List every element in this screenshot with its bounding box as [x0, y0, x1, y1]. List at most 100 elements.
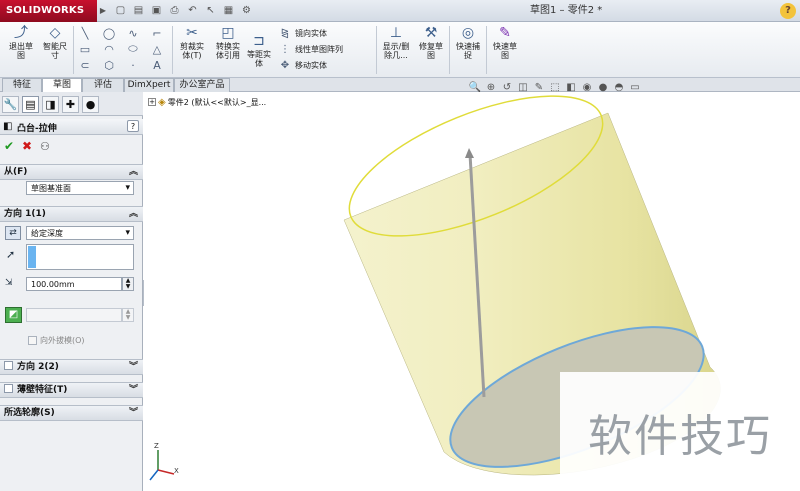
- zoom-to-fit-icon[interactable]: 🔍: [468, 80, 482, 94]
- display-delete-relations-button[interactable]: ⊥ 显示/删 除几...: [378, 24, 414, 61]
- offset-entities-button[interactable]: ⊐ 等距实 体: [244, 32, 274, 69]
- print-icon[interactable]: ⎙: [166, 2, 183, 19]
- feature-manager-tab-icon[interactable]: 🔧: [2, 96, 19, 113]
- cancel-button[interactable]: ✖: [22, 139, 32, 153]
- direction-2-checkbox[interactable]: [4, 361, 13, 370]
- view-settings-icon[interactable]: ▭: [628, 80, 642, 94]
- rebuild-icon[interactable]: ▦: [220, 2, 237, 19]
- polygon-icon[interactable]: ⬡: [102, 58, 116, 72]
- zoom-area-icon[interactable]: ⊕: [484, 80, 498, 94]
- command-tabs: 特征 草图 评估 DimXpert 办公室产品: [0, 78, 800, 93]
- smart-dimension-button[interactable]: ◇ 智能尺 寸: [38, 24, 72, 61]
- from-select[interactable]: 草图基准面: [26, 181, 134, 195]
- section-selected-contours[interactable]: 所选轮廓(S) ︾: [0, 405, 143, 421]
- depth-spinner[interactable]: ▲ ▼: [122, 277, 134, 291]
- direction-selection-box[interactable]: [26, 244, 134, 270]
- tab-sketch[interactable]: 草图: [42, 78, 82, 93]
- section-thin-feature[interactable]: 薄壁特征(T) ︾: [0, 382, 143, 398]
- convert-entities-button[interactable]: ◰ 转换实 体引用: [210, 24, 246, 61]
- part-icon: ◈: [158, 96, 166, 108]
- draft-angle-input[interactable]: [26, 308, 122, 322]
- feature-tree-root[interactable]: + ◈ 零件2 (默认<<默认>_显...: [148, 96, 266, 108]
- expand-tree-icon[interactable]: +: [148, 98, 156, 106]
- view-orientation-icon[interactable]: ⬚: [548, 80, 562, 94]
- section-view-icon[interactable]: ◫: [516, 80, 530, 94]
- mirror-entities-button[interactable]: ⧎ 镜向实体: [278, 26, 327, 40]
- dimxpert-manager-tab-icon[interactable]: ✚: [62, 96, 79, 113]
- section-from[interactable]: 从(F) ︽: [0, 164, 143, 180]
- draft-angle-spinner[interactable]: ▲ ▼: [122, 308, 134, 322]
- mirror-label: 镜向实体: [295, 28, 327, 38]
- move-entities-button[interactable]: ✥ 移动实体: [278, 58, 327, 72]
- configuration-manager-tab-icon[interactable]: ◨: [42, 96, 59, 113]
- section-direction-2[interactable]: 方向 2(2) ︾: [0, 359, 143, 375]
- property-manager-tab-icon[interactable]: ▤: [22, 96, 39, 113]
- display-manager-tab-icon[interactable]: ●: [82, 96, 99, 113]
- select-icon[interactable]: ↖: [202, 2, 219, 19]
- tab-dimxpert[interactable]: DimXpert: [124, 78, 174, 92]
- repair-sketch-button[interactable]: ⚒ 修复草 图: [414, 24, 448, 61]
- fillet-icon[interactable]: ⌐: [150, 26, 164, 40]
- trim-entities-button[interactable]: ✂ 剪裁实 体(T): [174, 24, 210, 61]
- ok-button[interactable]: ✔: [4, 139, 14, 153]
- tab-office-products[interactable]: 办公室产品: [174, 78, 230, 92]
- section-from-label: 从(F): [4, 167, 28, 177]
- end-condition-select[interactable]: 给定深度: [26, 226, 134, 240]
- smart-dimension-label: 智能尺 寸: [43, 42, 67, 60]
- quick-snaps-button[interactable]: ◎ 快速捕 捉: [451, 24, 485, 61]
- linear-pattern-button[interactable]: ⋮ 线性草图阵列: [278, 42, 343, 56]
- reverse-direction-icon[interactable]: ⇄: [5, 226, 21, 240]
- menu-arrow-icon[interactable]: ▶: [98, 0, 108, 22]
- draft-outward-checkbox[interactable]: [28, 336, 37, 345]
- point-icon[interactable]: ·: [126, 58, 140, 72]
- plane-icon[interactable]: △: [150, 42, 164, 56]
- rectangle-icon[interactable]: ▭: [78, 42, 92, 56]
- depth-icon: ⇲: [5, 278, 13, 288]
- solidworks-logo[interactable]: SOLIDWORKS: [0, 0, 97, 22]
- divider: [486, 26, 487, 74]
- exit-sketch-button[interactable]: ⤴ 退出草 图: [4, 24, 38, 61]
- quick-snap-label: 快速捕 捉: [456, 42, 480, 60]
- offset-label: 等距实 体: [247, 50, 271, 68]
- section-direction-2-label: 方向 2(2): [17, 362, 59, 372]
- tab-features[interactable]: 特征: [2, 78, 42, 92]
- spline-icon[interactable]: ∿: [126, 26, 140, 40]
- quick-snap-icon: ◎: [461, 24, 475, 41]
- undo-icon[interactable]: ↶: [184, 2, 201, 19]
- save-icon[interactable]: ▣: [148, 2, 165, 19]
- text-icon[interactable]: A: [150, 58, 164, 72]
- options-icon[interactable]: ⚙: [238, 2, 255, 19]
- relations-icon: ⊥: [389, 24, 403, 41]
- exit-sketch-icon: ⤴: [14, 24, 28, 41]
- tab-evaluate[interactable]: 评估: [82, 78, 124, 92]
- draft-toggle-icon[interactable]: ◩: [5, 307, 22, 323]
- new-icon[interactable]: ▢: [112, 2, 129, 19]
- ellipse-icon[interactable]: ⬭: [126, 42, 140, 56]
- section-selected-contours-label: 所选轮廓(S): [4, 408, 55, 418]
- arc-icon[interactable]: ◠: [102, 42, 116, 56]
- pm-help-button[interactable]: ?: [127, 120, 139, 132]
- dynamic-annotation-icon[interactable]: ✎: [532, 80, 546, 94]
- title-bar: SOLIDWORKS ▶ ▢ ▤ ▣ ⎙ ↶ ↖ ▦ ⚙ 草图1 – 零件2 *…: [0, 0, 800, 22]
- axis-triad: Z X: [149, 442, 179, 481]
- edit-appearance-icon[interactable]: ●: [596, 80, 610, 94]
- thin-feature-checkbox[interactable]: [4, 384, 13, 393]
- divider: [376, 26, 377, 74]
- apply-scene-icon[interactable]: ◓: [612, 80, 626, 94]
- open-icon[interactable]: ▤: [130, 2, 147, 19]
- display-style-icon[interactable]: ◧: [564, 80, 578, 94]
- rapid-sketch-button[interactable]: ✎ 快速草 图: [488, 24, 522, 61]
- previous-view-icon[interactable]: ↺: [500, 80, 514, 94]
- section-thin-feature-label: 薄壁特征(T): [17, 385, 68, 395]
- expand-icon: ︾: [128, 362, 138, 372]
- line-icon[interactable]: ╲: [78, 26, 92, 40]
- circle-icon[interactable]: ◯: [102, 26, 116, 40]
- manager-tabs: 🔧 ▤ ◨ ✚ ●: [0, 92, 143, 116]
- slot-icon[interactable]: ⊂: [78, 58, 92, 72]
- hide-show-icon[interactable]: ◉: [580, 80, 594, 94]
- section-direction-1[interactable]: 方向 1(1) ︽: [0, 206, 143, 222]
- preview-button[interactable]: ⚇: [40, 140, 50, 153]
- help-icon[interactable]: ?: [780, 3, 796, 19]
- depth-input[interactable]: 100.00mm: [26, 277, 122, 291]
- quick-access-toolbar: ▢ ▤ ▣ ⎙ ↶ ↖ ▦ ⚙: [112, 2, 255, 20]
